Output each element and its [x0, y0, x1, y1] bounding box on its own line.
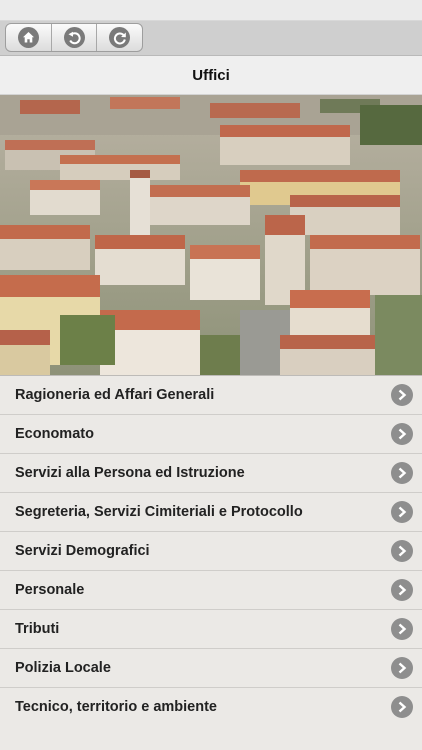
refresh-button[interactable]	[97, 24, 142, 51]
chevron-right-icon	[391, 501, 413, 523]
chevron-right-icon	[391, 384, 413, 406]
chevron-right-icon	[391, 696, 413, 718]
list-item[interactable]: Tributi	[0, 609, 422, 648]
back-button[interactable]	[52, 24, 98, 51]
list-item-label: Tecnico, territorio e ambiente	[15, 699, 217, 715]
home-button[interactable]	[6, 24, 52, 51]
chevron-right-icon	[391, 618, 413, 640]
list-item[interactable]: Polizia Locale	[0, 648, 422, 687]
page-title: Uffici	[0, 56, 422, 95]
chevron-right-icon	[391, 657, 413, 679]
chevron-right-icon	[391, 579, 413, 601]
list-item-label: Ragioneria ed Affari Generali	[15, 387, 215, 403]
list-item-label: Tributi	[15, 621, 60, 637]
chevron-right-icon	[391, 540, 413, 562]
list-item[interactable]: Servizi Demografici	[0, 531, 422, 570]
list-item-label: Segreteria, Servizi Cimiteriali e Protoc…	[15, 504, 303, 520]
chevron-right-icon	[391, 423, 413, 445]
list-item[interactable]: Servizi alla Persona ed Istruzione	[0, 453, 422, 492]
list-item-label: Servizi alla Persona ed Istruzione	[15, 465, 245, 481]
refresh-icon	[109, 27, 131, 48]
back-arrow-icon	[63, 27, 85, 48]
home-icon	[17, 27, 39, 48]
status-bar	[0, 0, 422, 20]
list-item-label: Economato	[15, 426, 94, 442]
list-item-label: Servizi Demografici	[15, 543, 150, 559]
toolbar	[0, 20, 422, 56]
chevron-right-icon	[391, 462, 413, 484]
list-item-label: Polizia Locale	[15, 660, 111, 676]
nav-button-group	[5, 23, 143, 52]
list-item[interactable]: Personale	[0, 570, 422, 609]
list-item[interactable]: Economato	[0, 414, 422, 453]
offices-list: Ragioneria ed Affari Generali Economato …	[0, 375, 422, 726]
list-item-label: Personale	[15, 582, 85, 598]
list-item[interactable]: Ragioneria ed Affari Generali	[0, 375, 422, 414]
list-item[interactable]: Segreteria, Servizi Cimiteriali e Protoc…	[0, 492, 422, 531]
list-item[interactable]: Tecnico, territorio e ambiente	[0, 687, 422, 726]
aerial-town-photo	[0, 95, 422, 375]
